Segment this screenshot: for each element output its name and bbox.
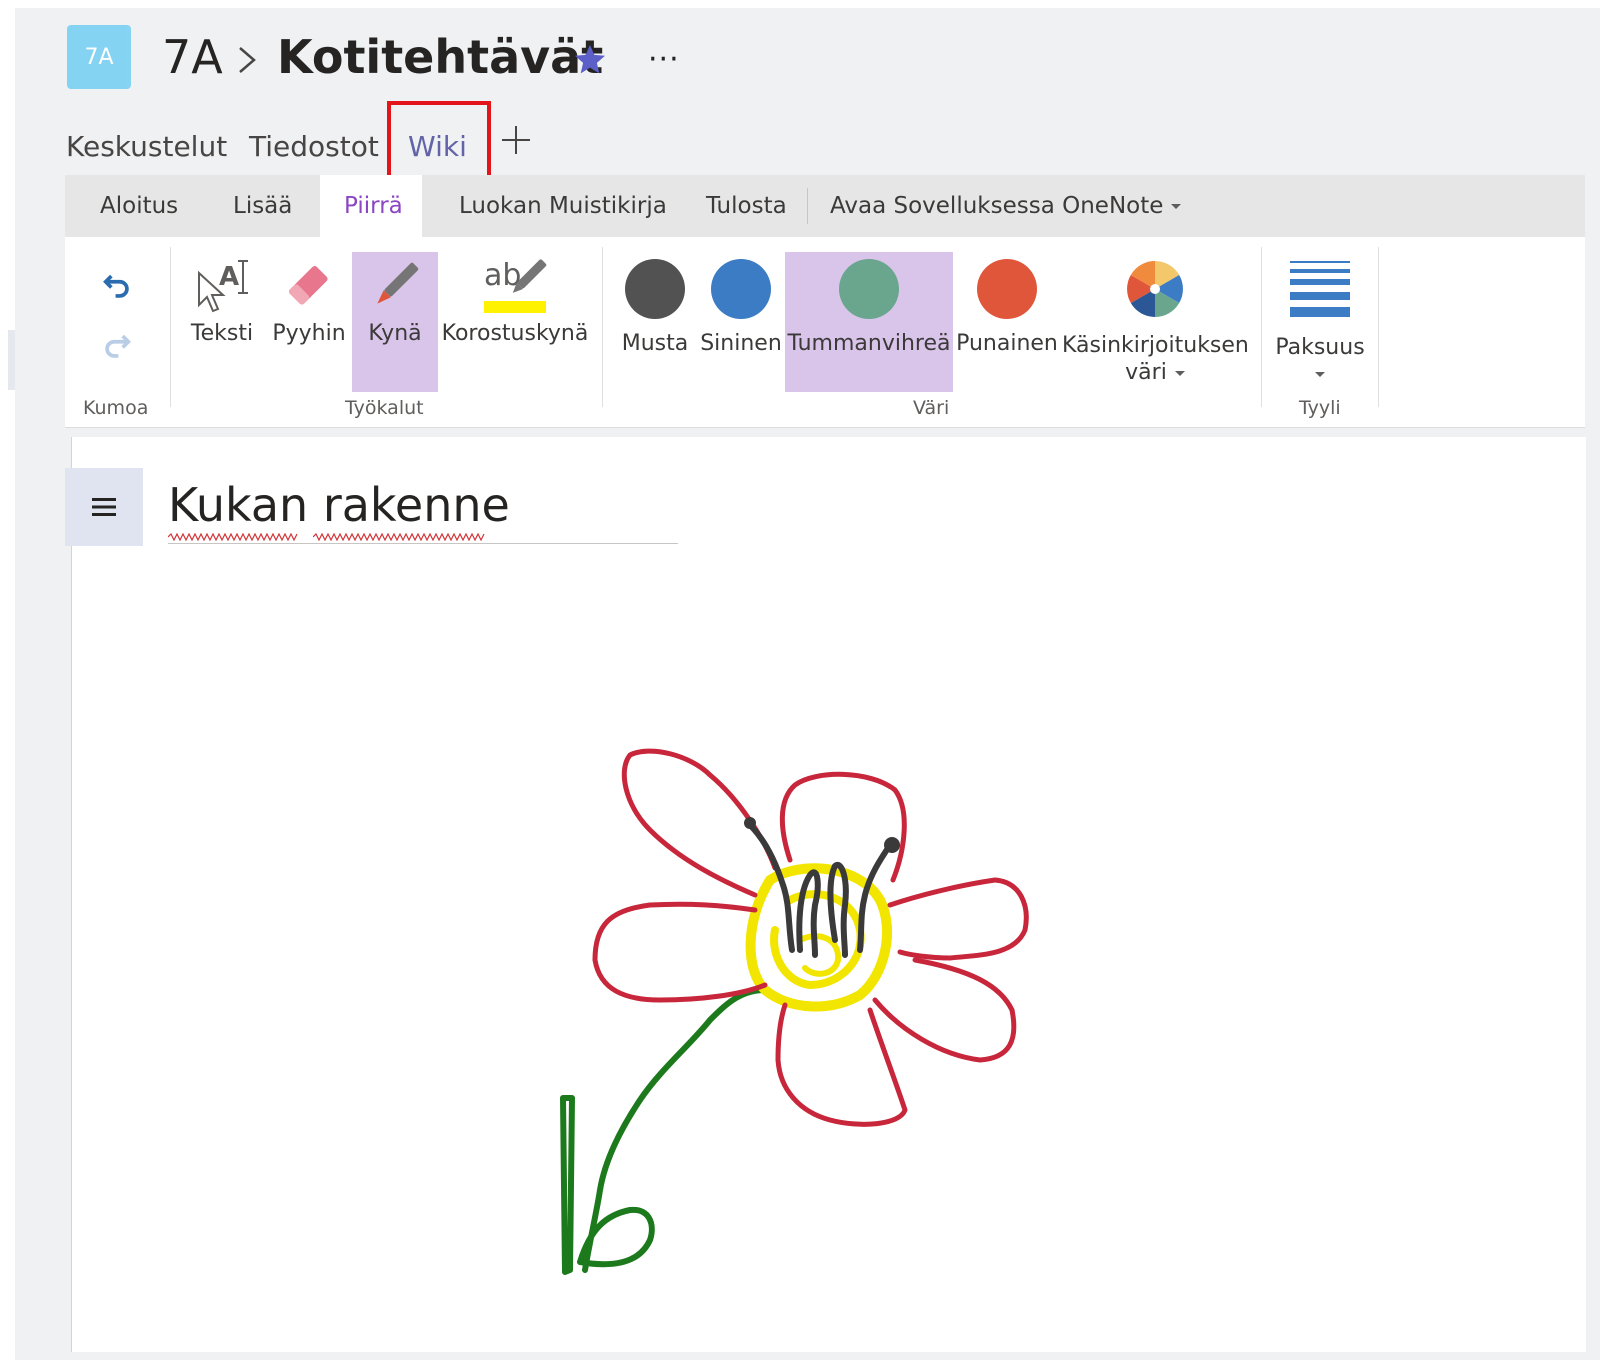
- breadcrumb-team[interactable]: 7A: [162, 30, 223, 84]
- redo-icon[interactable]: [100, 329, 134, 363]
- ribbon-tab-luokan-muistikirja[interactable]: Luokan Muistikirja: [459, 193, 667, 219]
- tool-korostuskyna-label: Korostuskynä: [441, 321, 589, 346]
- spellcheck-squiggle: [313, 533, 485, 541]
- caret-down-icon: [1174, 370, 1185, 376]
- color-swatch-red: [977, 259, 1037, 319]
- left-edge: [0, 0, 15, 1360]
- ribbon-panel: Kumoa A Teksti Pyyhin Kynä ab Korostusky…: [65, 237, 1585, 428]
- more-options-icon[interactable]: ···: [648, 42, 680, 77]
- pen-icon: [377, 262, 419, 304]
- color-tummanvihrea[interactable]: Tummanvihreä: [787, 259, 951, 356]
- ink-color-label-2: väri: [1125, 360, 1167, 385]
- eraser-icon: [289, 266, 328, 305]
- tool-teksti-label: Teksti: [190, 321, 254, 346]
- group-divider: [1261, 247, 1262, 407]
- ribbon-tab-divider: [807, 188, 808, 224]
- tool-kyna[interactable]: Kynä: [357, 255, 433, 346]
- svg-text:A: A: [219, 262, 239, 292]
- ribbon-tab-tulosta[interactable]: Tulosta: [706, 193, 787, 219]
- line-thickness-icon: [1290, 261, 1350, 317]
- caret-down-icon: [1171, 204, 1182, 209]
- group-label-kumoa: Kumoa: [83, 397, 149, 419]
- color-swatch-dark-green: [839, 259, 899, 319]
- color-swatch-black: [625, 259, 685, 319]
- title-underline: [168, 543, 678, 544]
- color-musta-label: Musta: [621, 331, 689, 356]
- thickness-label: Paksuus: [1275, 335, 1365, 360]
- ribbon-tab-piirra[interactable]: Piirrä: [320, 175, 422, 237]
- group-divider: [170, 247, 171, 407]
- caret-down-icon: [1315, 372, 1325, 377]
- color-sininen-label: Sininen: [700, 331, 782, 356]
- tool-kyna-label: Kynä: [368, 321, 422, 346]
- ribbon-tab-open-onenote[interactable]: Avaa Sovelluksessa OneNote: [830, 193, 1182, 219]
- ink-color-dropdown[interactable]: Käsinkirjoituksen väri: [1062, 259, 1249, 385]
- group-divider: [1378, 247, 1379, 407]
- star-icon[interactable]: [572, 42, 608, 78]
- color-sininen[interactable]: Sininen: [698, 259, 784, 356]
- thickness-dropdown[interactable]: Paksuus: [1270, 259, 1370, 383]
- color-punainen-label: Punainen: [956, 331, 1058, 356]
- scroll-marker: [8, 330, 15, 390]
- note-canvas[interactable]: [71, 437, 1586, 1352]
- add-tab-icon[interactable]: [500, 124, 532, 156]
- navigation-toggle-button[interactable]: [65, 468, 143, 546]
- ribbon-tab-piirra-label: Piirrä: [344, 193, 403, 219]
- group-label-tyyli: Tyyli: [1299, 397, 1341, 419]
- ribbon-tab-bar: Aloitus Lisää Luokan Muistikirja Tulosta…: [65, 175, 1585, 237]
- highlighter-icon: ab: [484, 258, 547, 313]
- group-label-tyokalut: Työkalut: [345, 397, 424, 419]
- group-divider: [602, 247, 603, 407]
- open-onenote-label: Avaa Sovelluksessa OneNote: [830, 193, 1164, 219]
- tool-pyyhin-label: Pyyhin: [272, 321, 346, 346]
- tool-korostuskyna[interactable]: ab Korostuskynä: [440, 255, 590, 346]
- ink-color-label-1: Käsinkirjoituksen: [1062, 333, 1249, 358]
- ribbon-tab-aloitus[interactable]: Aloitus: [100, 193, 178, 219]
- text-cursor-icon: A: [198, 260, 248, 313]
- group-label-vari: Väri: [913, 397, 950, 419]
- hamburger-icon: [92, 498, 116, 516]
- tab-tiedostot[interactable]: Tiedostot: [249, 130, 379, 163]
- color-punainen[interactable]: Punainen: [955, 259, 1059, 356]
- page-title-channel: Kotitehtävät: [277, 30, 604, 84]
- undo-icon[interactable]: [100, 269, 134, 303]
- ink-color-label-2-row: väri: [1062, 360, 1248, 385]
- tool-teksti[interactable]: A Teksti: [187, 255, 257, 346]
- color-musta[interactable]: Musta: [618, 259, 692, 356]
- spellcheck-squiggle: [168, 533, 298, 541]
- color-wheel-icon: [1127, 261, 1183, 317]
- tool-pyyhin[interactable]: Pyyhin: [272, 255, 346, 346]
- page-title[interactable]: Kukan rakenne: [168, 478, 510, 532]
- thickness-caret-row: [1270, 364, 1370, 383]
- tab-keskustelut[interactable]: Keskustelut: [66, 130, 227, 163]
- color-swatch-blue: [711, 259, 771, 319]
- color-tummanvihrea-label: Tummanvihreä: [787, 331, 951, 356]
- team-avatar[interactable]: 7A: [67, 25, 131, 89]
- ribbon-tab-lisaa[interactable]: Lisää: [233, 193, 292, 219]
- chevron-right-icon: [239, 47, 256, 73]
